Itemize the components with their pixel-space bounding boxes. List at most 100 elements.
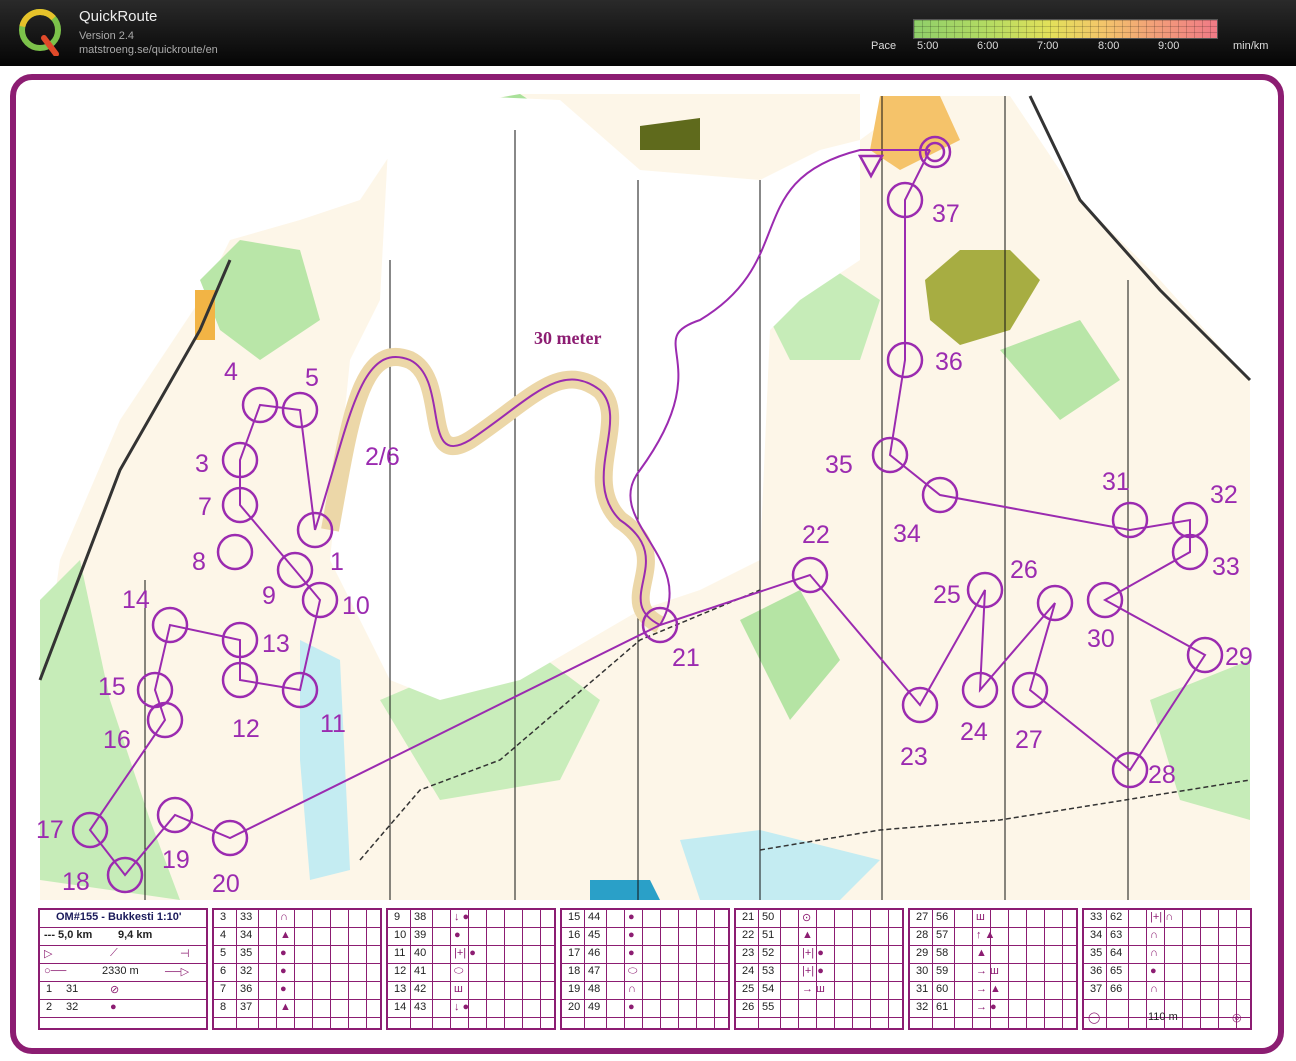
description-row: 3 33 ∩ <box>214 910 380 928</box>
description-row: 4 34 ▲ <box>214 928 380 946</box>
description-symbol: ⬭ <box>454 965 464 977</box>
description-symbol: ш <box>976 911 985 923</box>
description-symbol: |+| ● <box>454 947 476 959</box>
control-number: 31 <box>1102 468 1130 496</box>
control-number: 19 <box>162 846 190 874</box>
description-column: 21 50 ⊙ 22 51 ▲ 23 52 |+| ● 24 53 |+| ● 25 54 → ш 26 55 <box>734 908 904 1030</box>
start-symbol-icon: ▷ <box>44 948 53 960</box>
finish-row: ◯ 110 m ◎ <box>1088 1011 1242 1024</box>
description-symbol: ↑ ▲ <box>976 929 996 941</box>
description-symbol: ⊙ <box>802 912 812 924</box>
description-symbol: ↓ ● <box>454 911 470 923</box>
description-row: 30 59 → ш <box>910 964 1076 982</box>
description-row: 8 37 ▲ <box>214 1000 380 1018</box>
control-number: 9 <box>262 582 276 610</box>
description-symbol: ● <box>1150 965 1157 977</box>
description-column: 27 56 ш 28 57 ↑ ▲ 29 58 ▲ 30 59 → ш 31 60 → ▲ 32 61 → ● <box>908 908 1078 1030</box>
description-symbol: ▲ <box>280 929 291 941</box>
description-symbol: ● <box>628 1001 635 1013</box>
description-symbol: ▲ <box>976 947 987 959</box>
control-number: 29 <box>1225 643 1253 671</box>
control-number: 32 <box>1210 481 1238 509</box>
description-symbol: |+| ● <box>802 947 824 959</box>
end-mark-icon: ⊣ <box>180 948 190 960</box>
description-row: 29 58 ▲ <box>910 946 1076 964</box>
control-number: 2/6 <box>365 443 400 471</box>
description-symbol: ● <box>628 911 635 923</box>
description-row: 33 62 |+| ∩ <box>1084 910 1250 928</box>
control-number: 27 <box>1015 726 1043 754</box>
description-symbol: ● <box>280 947 287 959</box>
control-number: 1 <box>330 548 344 576</box>
description-row: 34 63 ∩ <box>1084 928 1250 946</box>
description-symbol: ↓ ● <box>454 1001 470 1013</box>
control-number: 37 <box>932 200 960 228</box>
description-symbol: ● <box>628 929 635 941</box>
description-row: 7 36 ● <box>214 982 380 1000</box>
course-distance-alt: 9,4 km <box>118 929 153 941</box>
description-row: 17 46 ● <box>562 946 728 964</box>
control-number: 34 <box>893 520 921 548</box>
description-row: 15 44 ● <box>562 910 728 928</box>
leg-end-icon: ──▷ <box>165 966 190 978</box>
description-symbol: → ш <box>976 965 999 977</box>
control-number: 25 <box>933 581 961 609</box>
description-symbol: ∩ <box>280 911 288 923</box>
control-number: 21 <box>672 644 700 672</box>
description-row: 16 45 ● <box>562 928 728 946</box>
control-number: 36 <box>935 348 963 376</box>
lake <box>590 880 660 900</box>
finish-length: 110 m <box>1148 1011 1178 1023</box>
description-row: 32 61 → ● <box>910 1000 1076 1018</box>
diagonal-symbol-icon: ⟋ <box>110 947 118 959</box>
control-number: 7 <box>198 493 212 521</box>
control-number: 28 <box>1148 761 1176 789</box>
description-row: 22 51 ▲ <box>736 928 902 946</box>
control-number: 16 <box>103 726 131 754</box>
leg-start-icon: ○── <box>44 965 67 977</box>
description-row: 6 32 ● <box>214 964 380 982</box>
control-number: 22 <box>802 521 830 549</box>
control-number: 10 <box>342 592 370 620</box>
control-descriptions: OM#155 - Bukkesti 1:10' --- 5,0 km 9,4 km… <box>38 908 1252 1030</box>
description-symbol: |+| ∩ <box>1150 911 1174 923</box>
description-symbol: ▲ <box>280 1001 291 1013</box>
description-row: 24 53 |+| ● <box>736 964 902 982</box>
description-symbol: ● <box>280 983 287 995</box>
control-number: 3 <box>195 450 209 478</box>
description-row: 5 35 ● <box>214 946 380 964</box>
description-symbol: ⬭ <box>628 965 638 977</box>
description-row: 13 42 ш <box>388 982 554 1000</box>
description-row: 11 40 |+| ● <box>388 946 554 964</box>
course-distance: --- 5,0 km <box>44 929 93 941</box>
description-symbol: ∩ <box>1150 929 1158 941</box>
description-row: 18 47 ⬭ <box>562 964 728 982</box>
description-card-header: OM#155 - Bukkesti 1:10' --- 5,0 km 9,4 km… <box>38 908 208 1030</box>
leg-length: 2330 m <box>102 965 139 977</box>
description-symbol: ● <box>628 947 635 959</box>
control-number: 12 <box>232 715 260 743</box>
description-symbol: ● <box>280 965 287 977</box>
rock-symbol-icon: ⊘ <box>110 984 120 996</box>
control-number: 4 <box>224 358 238 386</box>
description-column: 3 33 ∩ 4 34 ▲ 5 35 ● 6 32 ● 7 36 ● 8 37 ▲ <box>212 908 382 1030</box>
description-row: 19 48 ∩ <box>562 982 728 1000</box>
control-number: 14 <box>122 586 150 614</box>
description-row: 37 66 ∩ <box>1084 982 1250 1000</box>
control-number: 11 <box>320 710 346 738</box>
control-number: 30 <box>1087 625 1115 653</box>
map-label-30m: 30 meter <box>534 328 601 348</box>
description-row: 23 52 |+| ● <box>736 946 902 964</box>
description-column: 15 44 ● 16 45 ● 17 46 ● 18 47 ⬭ 19 48 ∩ 20 49 ● <box>560 908 730 1030</box>
description-symbol: ▲ <box>802 929 813 941</box>
control-number: 33 <box>1212 553 1240 581</box>
orienteering-map[interactable]: 1 2/6 3 4 5 7 8 9 10 11 12 13 14 15 16 1… <box>0 0 1296 1061</box>
description-column: 33 62 |+| ∩ 34 63 ∩ 35 64 ∩ 36 65 ● 37 66 ∩ ◯ 110 m ◎ <box>1082 908 1252 1030</box>
description-symbol: ш <box>454 983 463 995</box>
description-symbol: ∩ <box>1150 983 1158 995</box>
control-number: 17 <box>36 816 64 844</box>
description-row: 26 55 <box>736 1000 902 1018</box>
description-column: 9 38 ↓ ● 10 39 ● 11 40 |+| ● 12 41 ⬭ 13 42 ш 14 43 ↓ ● <box>386 908 556 1030</box>
control-number: 15 <box>98 673 126 701</box>
control-number: 8 <box>192 548 206 576</box>
